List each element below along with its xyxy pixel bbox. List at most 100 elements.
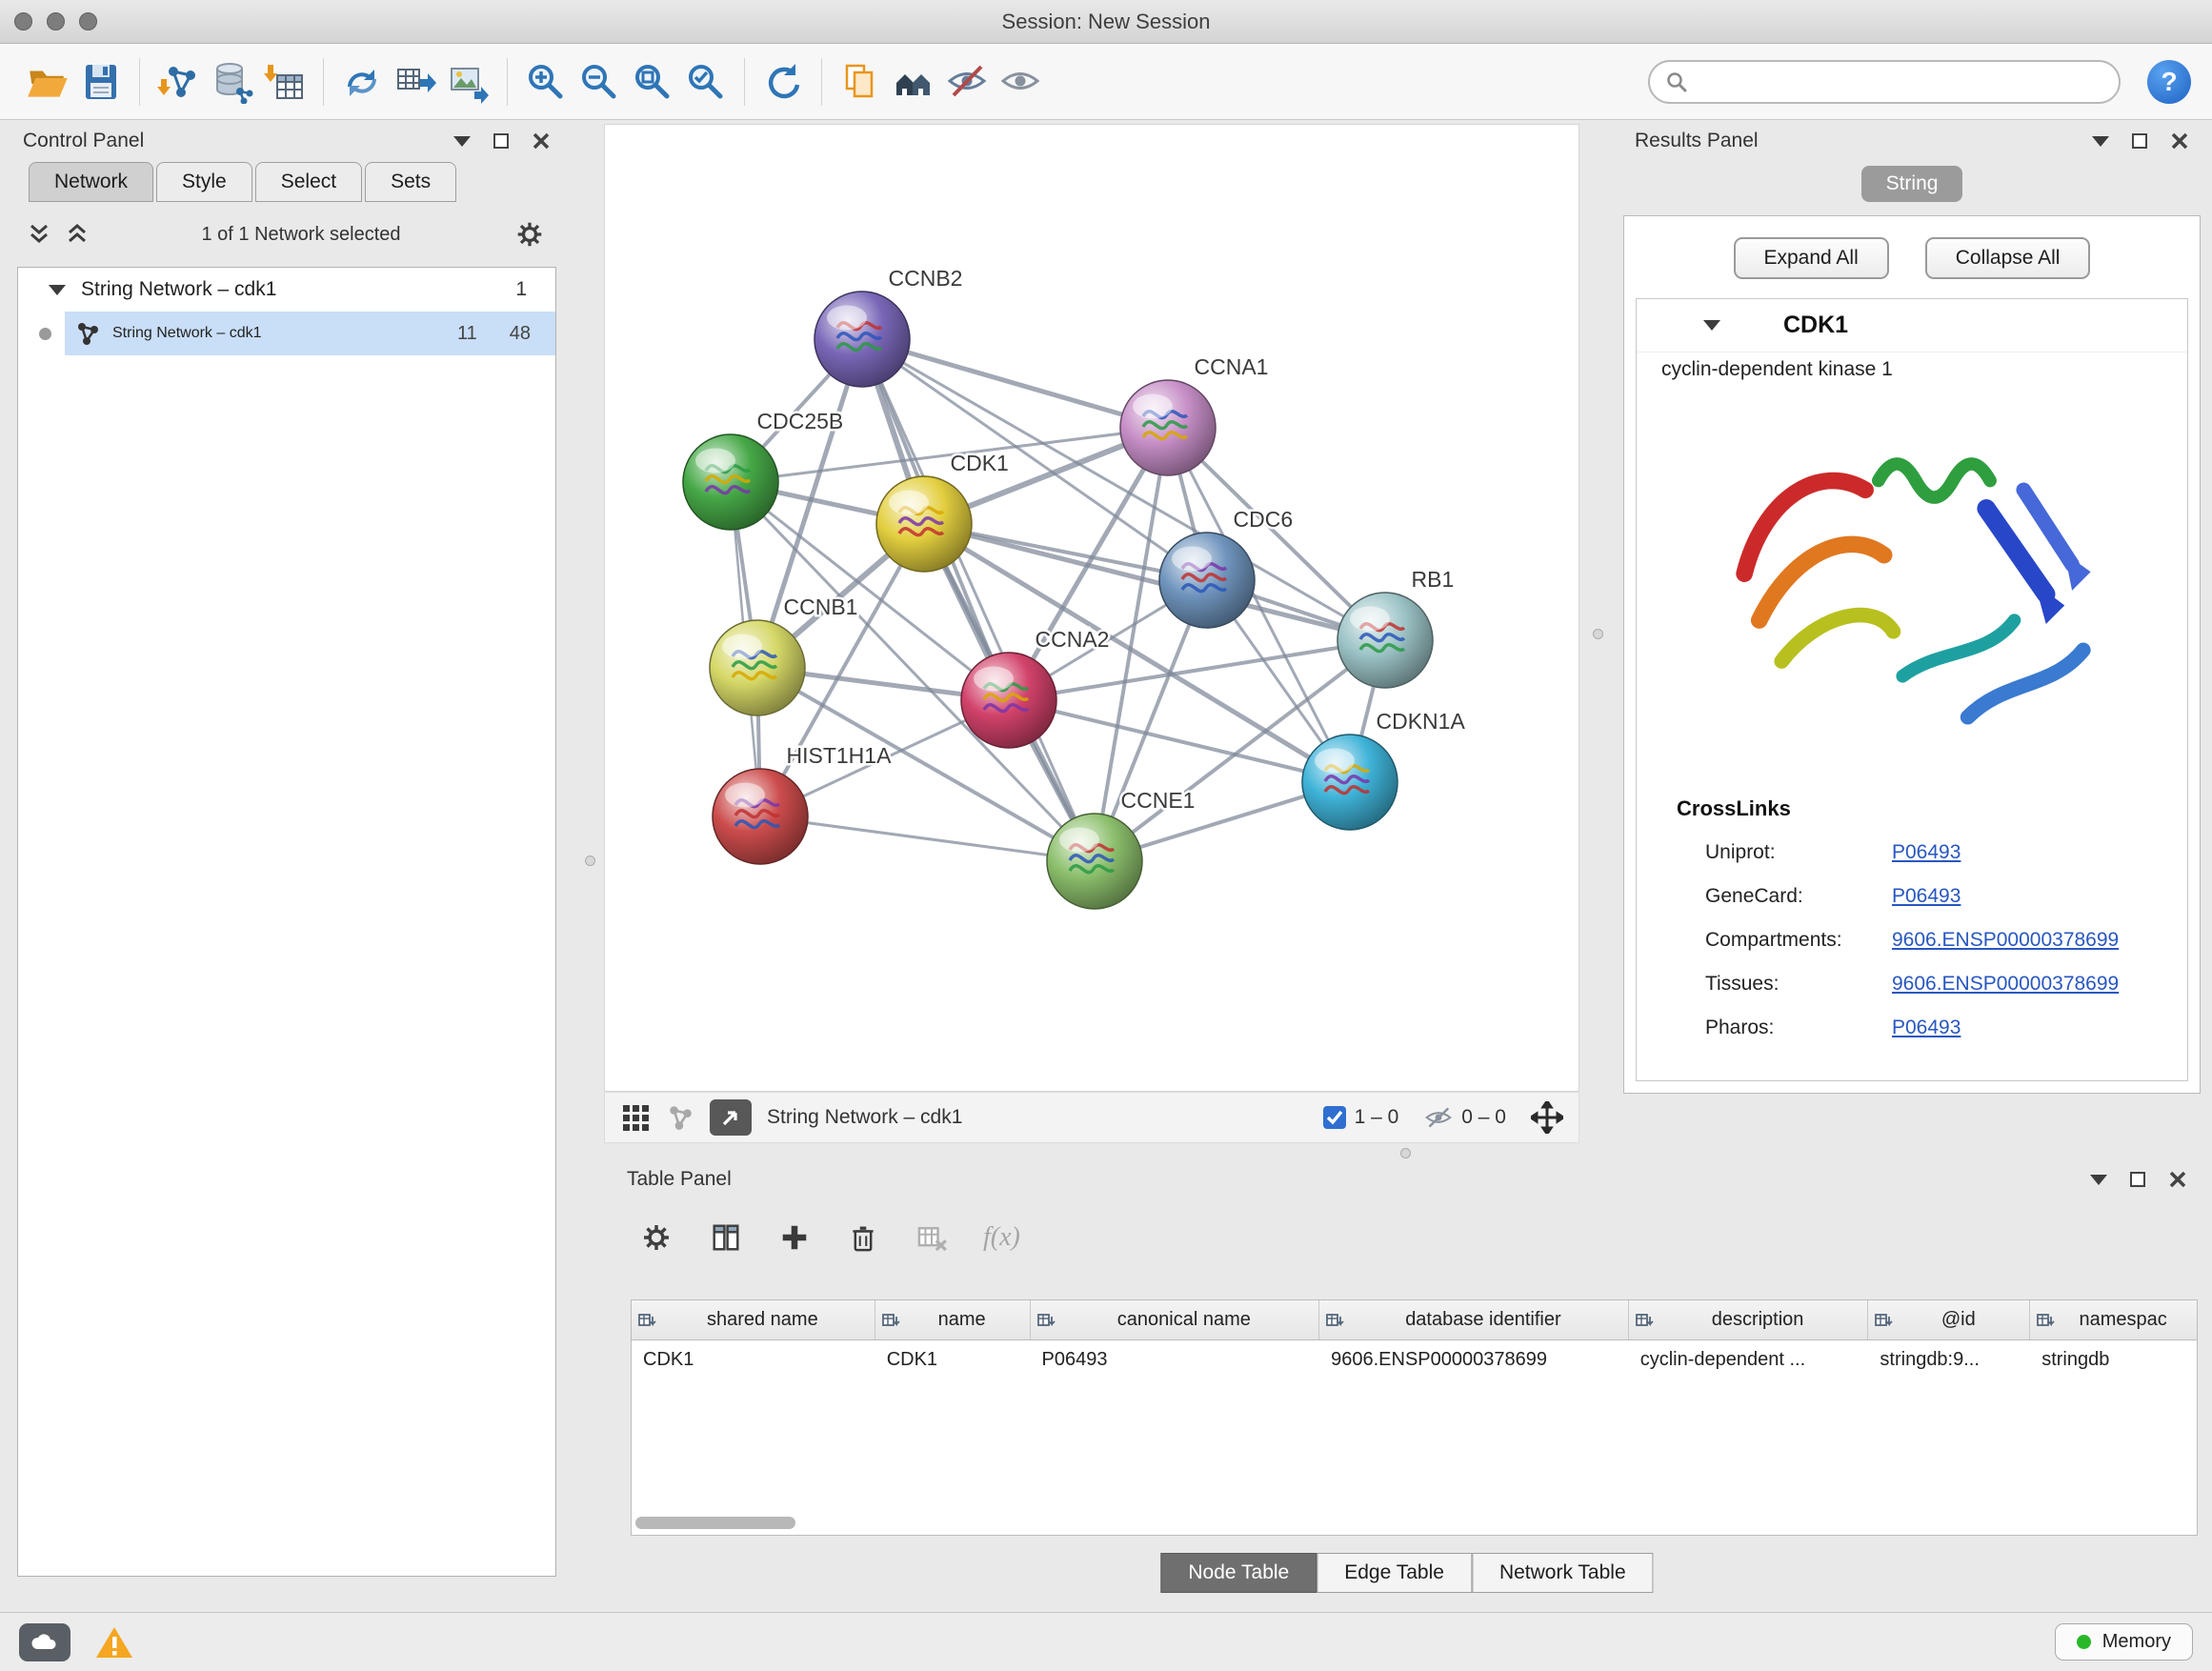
column-header-namespace[interactable]: namespac bbox=[2030, 1300, 2197, 1339]
crosslink-link[interactable]: P06493 bbox=[1892, 885, 1961, 908]
refresh-network-button[interactable] bbox=[756, 55, 810, 109]
import-network-from-database-button[interactable] bbox=[205, 55, 258, 109]
collapse-all-tree-icon[interactable] bbox=[65, 222, 90, 247]
hide-selected-button[interactable] bbox=[940, 55, 994, 109]
column-header-database-identifier[interactable]: database identifier bbox=[1319, 1300, 1629, 1339]
tab-sets[interactable]: Sets bbox=[365, 162, 456, 202]
tab-network-table[interactable]: Network Table bbox=[1472, 1553, 1654, 1593]
delete-column-trash-icon[interactable] bbox=[846, 1220, 880, 1255]
cloud-icon bbox=[30, 1632, 60, 1653]
network-node-CDKN1A[interactable]: CDKN1A bbox=[1302, 709, 1465, 830]
network-graph[interactable]: CCNB2CCNA1CDC25BCDK1CDC6RB1CCNB1CCNA2CDK… bbox=[605, 125, 1579, 1091]
close-panel-icon[interactable] bbox=[2170, 131, 2189, 151]
collapse-node-icon[interactable] bbox=[49, 285, 66, 295]
tab-string[interactable]: String bbox=[1861, 166, 1963, 202]
close-panel-icon[interactable] bbox=[532, 131, 551, 151]
crosslink-link[interactable]: 9606.ENSP00000378699 bbox=[1892, 929, 2119, 952]
new-network-from-selection-button[interactable] bbox=[335, 55, 389, 109]
panel-menu-icon[interactable] bbox=[2090, 1175, 2107, 1185]
gear-icon[interactable] bbox=[513, 217, 547, 252]
export-network-icon bbox=[393, 60, 437, 104]
float-panel-icon[interactable] bbox=[493, 133, 509, 149]
selected-checkbox-icon[interactable] bbox=[1322, 1105, 1347, 1130]
crosslink-link[interactable]: 9606.ENSP00000378699 bbox=[1892, 973, 2119, 996]
network-node-CCNB1[interactable]: CCNB1 bbox=[710, 594, 857, 715]
column-header-name[interactable]: name bbox=[875, 1300, 1031, 1339]
float-panel-icon[interactable] bbox=[2130, 1172, 2145, 1187]
float-panel-icon[interactable] bbox=[2132, 133, 2147, 149]
grid-view-icon[interactable] bbox=[620, 1102, 651, 1133]
export-image-button[interactable] bbox=[442, 55, 495, 109]
tab-select[interactable]: Select bbox=[255, 162, 362, 202]
add-column-plus-icon[interactable] bbox=[777, 1220, 812, 1255]
tab-style[interactable]: Style bbox=[156, 162, 252, 202]
network-share-icon bbox=[74, 320, 101, 347]
table-row[interactable]: CDK1 CDK1 P06493 9606.ENSP00000378699 cy… bbox=[632, 1340, 2197, 1379]
column-header-shared-name[interactable]: shared name bbox=[632, 1300, 875, 1339]
crosslink-link[interactable]: P06493 bbox=[1892, 841, 1961, 864]
zoom-fit-button[interactable] bbox=[626, 55, 679, 109]
tab-network[interactable]: Network bbox=[29, 162, 153, 202]
expand-all-button[interactable]: Expand All bbox=[1734, 237, 1889, 279]
network-node-HIST1H1A[interactable]: HIST1H1A bbox=[713, 743, 892, 864]
arrow-up-right-icon bbox=[719, 1106, 742, 1129]
show-all-button[interactable] bbox=[994, 55, 1047, 109]
zoom-in-button[interactable] bbox=[519, 55, 573, 109]
warning-icon[interactable] bbox=[95, 1625, 133, 1660]
svg-text:CCNE1: CCNE1 bbox=[1121, 788, 1196, 813]
expand-all-tree-icon[interactable] bbox=[27, 222, 51, 247]
import-table-from-file-button[interactable] bbox=[258, 55, 312, 109]
close-panel-icon[interactable] bbox=[2168, 1170, 2187, 1189]
selected-network-row[interactable]: String Network – cdk1 11 48 bbox=[65, 312, 555, 355]
search-box[interactable] bbox=[1648, 60, 2121, 104]
collapse-all-button[interactable]: Collapse All bbox=[1925, 237, 2091, 279]
tab-node-table[interactable]: Node Table bbox=[1160, 1553, 1317, 1593]
crosslink-link[interactable]: P06493 bbox=[1892, 1017, 1961, 1039]
network-canvas[interactable]: CCNB2CCNA1CDC25BCDK1CDC6RB1CCNB1CCNA2CDK… bbox=[604, 124, 1579, 1092]
import-network-from-file-button[interactable] bbox=[151, 55, 205, 109]
network-node-CDK1[interactable]: CDK1 bbox=[876, 451, 1009, 572]
zoom-out-button[interactable] bbox=[573, 55, 626, 109]
network-view-share-icon[interactable] bbox=[666, 1103, 694, 1132]
duplicate-document-button[interactable] bbox=[834, 55, 887, 109]
detach-view-button[interactable] bbox=[710, 1099, 752, 1136]
panel-menu-icon[interactable] bbox=[2092, 136, 2109, 147]
right-splitter-handle[interactable] bbox=[1593, 629, 1603, 639]
help-button[interactable]: ? bbox=[2147, 60, 2191, 104]
collapse-section-icon[interactable] bbox=[1703, 320, 1720, 331]
network-row[interactable]: String Network – cdk1 11 48 bbox=[18, 312, 555, 355]
network-collection-row[interactable]: String Network – cdk1 1 bbox=[18, 268, 555, 312]
pan-move-icon[interactable] bbox=[1531, 1101, 1563, 1134]
function-builder-icon[interactable]: f(x) bbox=[983, 1222, 1020, 1253]
column-sort-icon bbox=[637, 1311, 656, 1330]
network-collection-label: String Network – cdk1 bbox=[81, 278, 276, 301]
column-header-description[interactable]: description bbox=[1629, 1300, 1869, 1339]
cloud-services-button[interactable] bbox=[19, 1623, 70, 1661]
network-node-CCNB2[interactable]: CCNB2 bbox=[814, 266, 962, 387]
bottom-splitter-handle[interactable] bbox=[1400, 1148, 1411, 1158]
left-splitter-handle[interactable] bbox=[585, 856, 595, 866]
export-network-button[interactable] bbox=[389, 55, 442, 109]
home-networks-button[interactable] bbox=[887, 55, 940, 109]
search-input[interactable] bbox=[1698, 70, 2103, 92]
tab-edge-table[interactable]: Edge Table bbox=[1317, 1553, 1472, 1593]
network-node-RB1[interactable]: RB1 bbox=[1337, 567, 1454, 688]
column-header-id[interactable]: @id bbox=[1868, 1300, 2030, 1339]
save-floppy-icon bbox=[79, 60, 123, 104]
panel-menu-icon[interactable] bbox=[453, 136, 471, 147]
memory-button[interactable]: Memory bbox=[2055, 1623, 2193, 1661]
horizontal-scrollbar-thumb[interactable] bbox=[635, 1517, 795, 1529]
network-node-CCNA1[interactable]: CCNA1 bbox=[1120, 354, 1268, 475]
column-header-canonical-name[interactable]: canonical name bbox=[1031, 1300, 1320, 1339]
show-columns-icon[interactable] bbox=[709, 1220, 743, 1255]
table-settings-gear-icon[interactable] bbox=[638, 1219, 674, 1256]
delete-table-icon[interactable] bbox=[915, 1220, 949, 1255]
cell-description: cyclin-dependent ... bbox=[1629, 1349, 1869, 1371]
zoom-selected-button[interactable] bbox=[679, 55, 733, 109]
eye-icon bbox=[998, 60, 1042, 104]
hidden-eye-slash-icon[interactable] bbox=[1423, 1105, 1454, 1130]
protein-section-header[interactable]: CDK1 bbox=[1637, 299, 2187, 352]
save-session-button[interactable] bbox=[74, 55, 128, 109]
string-results-box: Expand All Collapse All CDK1 cyclin-depe… bbox=[1623, 215, 2201, 1094]
open-session-button[interactable] bbox=[21, 55, 74, 109]
